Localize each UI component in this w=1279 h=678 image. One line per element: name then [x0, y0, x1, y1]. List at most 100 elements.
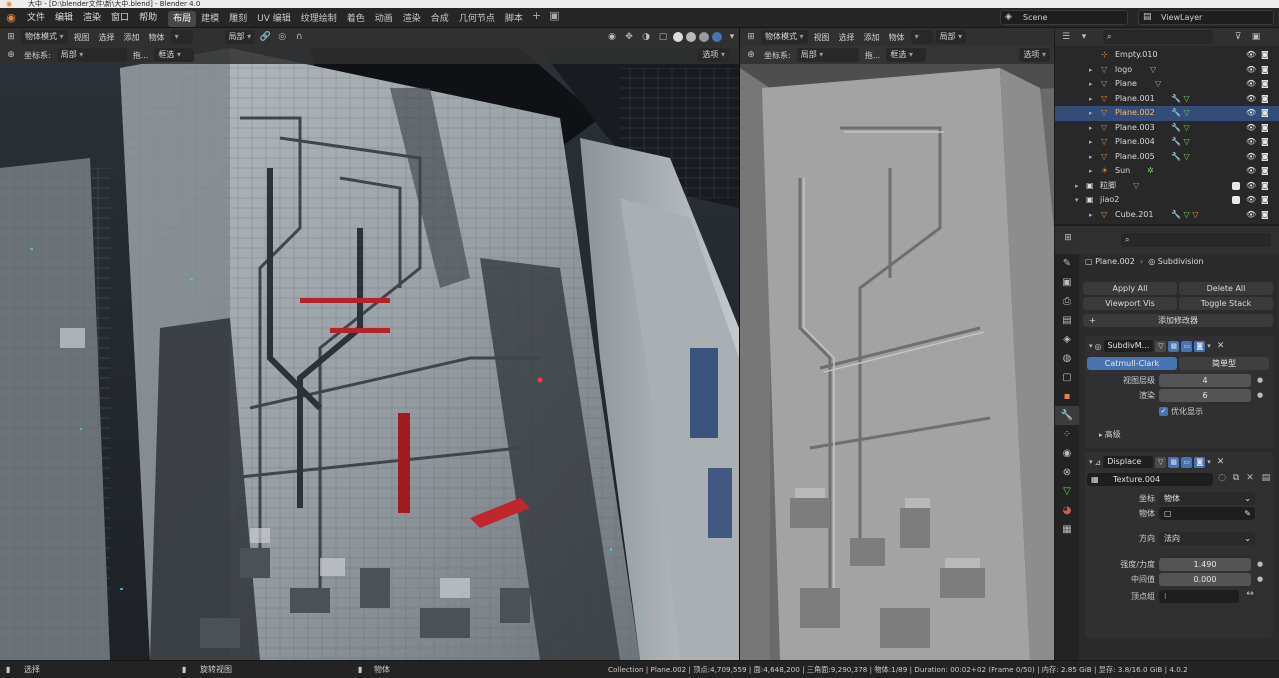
camera-icon[interactable]: ◙ — [1261, 179, 1269, 194]
output-tab-icon[interactable]: ⎙ — [1055, 292, 1079, 311]
strength-field[interactable]: 1.490 — [1159, 558, 1251, 571]
menu-edit[interactable]: 编辑 — [50, 8, 78, 28]
outliner-row-selected[interactable]: ▸ ▽ Plane.002 🔧 ▽ 👁 ◙ — [1055, 106, 1279, 121]
optimal-display-checkbox[interactable]: ✓ — [1159, 407, 1168, 416]
outliner-row[interactable]: ▸ ▽ Plane.005 🔧 ▽ 👁 ◙ — [1055, 150, 1279, 165]
outliner-row[interactable]: ▾ ▣ jiao2 👁 ◙ — [1055, 193, 1279, 208]
right-menu-add[interactable]: 添加 — [861, 32, 883, 43]
left-pivot-dropdown[interactable]: 局部 — [224, 30, 256, 44]
texture-selector[interactable]: ▦ Texture.004 — [1087, 473, 1213, 486]
tab-geometry-nodes[interactable]: 几何节点 — [454, 11, 500, 27]
tab-shading[interactable]: 着色 — [342, 11, 370, 27]
keyframe-icon[interactable]: ● — [1257, 376, 1263, 384]
world-tab-icon[interactable]: ◍ — [1055, 349, 1079, 368]
outliner-row[interactable]: ▸ ▽ Plane.003 🔧 ▽ 👁 ◙ — [1055, 121, 1279, 136]
camera-icon[interactable]: ◙ — [1261, 48, 1269, 63]
particles-tab-icon[interactable]: ⁘ — [1055, 425, 1079, 444]
eye-icon[interactable]: 👁 — [1246, 135, 1256, 150]
properties-type-icon[interactable]: ⊞ — [1061, 233, 1075, 243]
render-tab-icon[interactable]: ▣ — [1055, 273, 1079, 292]
left-orientation-dropdown[interactable]: 局部 — [56, 48, 127, 62]
right-gizmo-dropdown[interactable] — [910, 30, 933, 44]
outliner-row[interactable]: ▸ ▽ Plane.004 🔧 ▽ 👁 ◙ — [1055, 135, 1279, 150]
material-tab-icon[interactable]: ◕ — [1055, 501, 1079, 520]
view-layer-selector[interactable]: ▤ ViewLayer — [1138, 10, 1274, 25]
expand-icon[interactable]: ▸ — [1089, 164, 1093, 179]
texture-settings-icon[interactable]: ▤ — [1259, 473, 1273, 483]
outliner-row[interactable]: ▸ ▽ Cube.201 🔧 ▽ ▽ 👁 ◙ — [1055, 208, 1279, 223]
delete-all-button[interactable]: Delete All — [1179, 282, 1273, 295]
camera-icon[interactable]: ◙ — [1261, 92, 1269, 107]
direction-dropdown[interactable]: 法向 ⌄ — [1159, 532, 1255, 545]
camera-icon[interactable]: ◙ — [1261, 77, 1269, 92]
collapse-icon[interactable]: ▾ — [1089, 342, 1093, 350]
object-tab-icon[interactable]: ▪ — [1055, 387, 1079, 406]
filter-icon[interactable]: ⊽ — [1231, 32, 1245, 42]
outliner-row[interactable]: ▸ ☀ Sun ✲ 👁 ◙ — [1055, 164, 1279, 179]
tab-compositing[interactable]: 合成 — [426, 11, 454, 27]
right-pivot-dropdown[interactable]: 局部 — [935, 30, 967, 44]
tab-modeling[interactable]: 建模 — [196, 11, 224, 27]
snap-icon[interactable]: 🔗 — [258, 32, 272, 42]
keyframe-icon[interactable]: ● — [1257, 391, 1263, 399]
shading-solid-icon[interactable] — [686, 32, 696, 42]
viewport-vis-button[interactable]: Viewport Vis — [1083, 297, 1177, 310]
camera-icon[interactable]: ◙ — [1261, 208, 1269, 223]
modifier-tab-icon[interactable]: 🔧 — [1055, 406, 1079, 425]
data-tab-icon[interactable]: ▽ — [1055, 482, 1079, 501]
left-mode-dropdown[interactable]: 物体模式 — [21, 30, 68, 44]
gizmo-toggle-icon[interactable]: ✥ — [622, 32, 636, 42]
xray-icon[interactable]: ▢ — [656, 32, 670, 42]
right-menu-view[interactable]: 视图 — [811, 32, 833, 43]
object-picker-field[interactable]: ▢ ✎ — [1159, 507, 1255, 520]
eyedropper-icon[interactable]: ✎ — [1244, 507, 1251, 520]
render-toggle-icon[interactable]: ◙ — [1194, 456, 1206, 468]
include-checkbox[interactable] — [1232, 181, 1240, 190]
right-orientation-dropdown[interactable]: 局部 — [796, 48, 859, 62]
camera-icon[interactable]: ◙ — [1261, 121, 1269, 136]
levels-viewport-field[interactable]: 4 — [1159, 374, 1251, 387]
expand-icon[interactable]: ▸ — [1075, 179, 1079, 194]
expand-icon[interactable]: ▸ — [1089, 135, 1093, 150]
advanced-section[interactable]: ▸ 高级 — [1099, 428, 1121, 441]
add-modifier-button[interactable]: + 添加修改器 — [1083, 314, 1273, 327]
scene-selector[interactable]: ◈ Scene — [1000, 10, 1128, 25]
eye-icon[interactable]: 👁 — [1246, 150, 1256, 165]
keyframe-icon[interactable]: ● — [1257, 575, 1263, 583]
cage-toggle-icon[interactable]: ▦ — [1168, 340, 1180, 352]
blender-menu-icon[interactable]: ◉ — [0, 11, 22, 24]
shading-rendered-icon[interactable] — [712, 32, 722, 42]
workspace-options-icon[interactable]: ▣ — [545, 9, 563, 27]
view-layer-tab-icon[interactable]: ▤ — [1055, 311, 1079, 330]
edit-mode-toggle-icon[interactable]: ▽ — [1155, 340, 1167, 352]
camera-icon[interactable]: ◙ — [1261, 135, 1269, 150]
invert-icon[interactable]: ↔ — [1243, 589, 1257, 599]
left-options-dropdown[interactable]: 选项 — [698, 48, 729, 62]
render-levels-field[interactable]: 6 — [1159, 389, 1251, 402]
right-mode-dropdown[interactable]: 物体模式 — [761, 30, 808, 44]
outliner-row[interactable]: ▸ ▽ Plane.001 🔧 ▽ 👁 ◙ — [1055, 92, 1279, 107]
eye-icon[interactable]: 👁 — [1246, 63, 1256, 78]
menu-help[interactable]: 帮助 — [134, 8, 162, 28]
menu-file[interactable]: 文件 — [22, 8, 50, 28]
include-checkbox[interactable] — [1232, 196, 1240, 204]
tool-tab-icon[interactable]: ✎ — [1055, 254, 1079, 273]
expand-icon[interactable]: ▸ — [1089, 106, 1093, 121]
tab-uv-editing[interactable]: UV 编辑 — [252, 11, 296, 27]
eye-icon[interactable]: 👁 — [1246, 92, 1256, 107]
viewport-toggle-icon[interactable]: ▭ — [1181, 340, 1193, 352]
eye-icon[interactable]: 👁 — [1246, 179, 1256, 194]
displace-name-field[interactable]: Displace — [1103, 456, 1154, 468]
viewport-toggle-icon[interactable]: ▭ — [1181, 456, 1193, 468]
camera-icon[interactable]: ◙ — [1261, 63, 1269, 78]
outliner-type-icon[interactable]: ☰ — [1059, 32, 1073, 42]
physics-tab-icon[interactable]: ◉ — [1055, 444, 1079, 463]
tab-rendering[interactable]: 渲染 — [398, 11, 426, 27]
texture-tab-icon[interactable]: ▦ — [1055, 520, 1079, 539]
camera-icon[interactable]: ◙ — [1261, 150, 1269, 165]
constraints-tab-icon[interactable]: ⊗ — [1055, 463, 1079, 482]
fake-user-icon[interactable]: ◌ — [1215, 473, 1229, 483]
eye-icon[interactable]: 👁 — [1246, 121, 1256, 136]
visibility-icon[interactable]: ◉ — [605, 32, 619, 42]
menu-render[interactable]: 渲染 — [78, 8, 106, 28]
